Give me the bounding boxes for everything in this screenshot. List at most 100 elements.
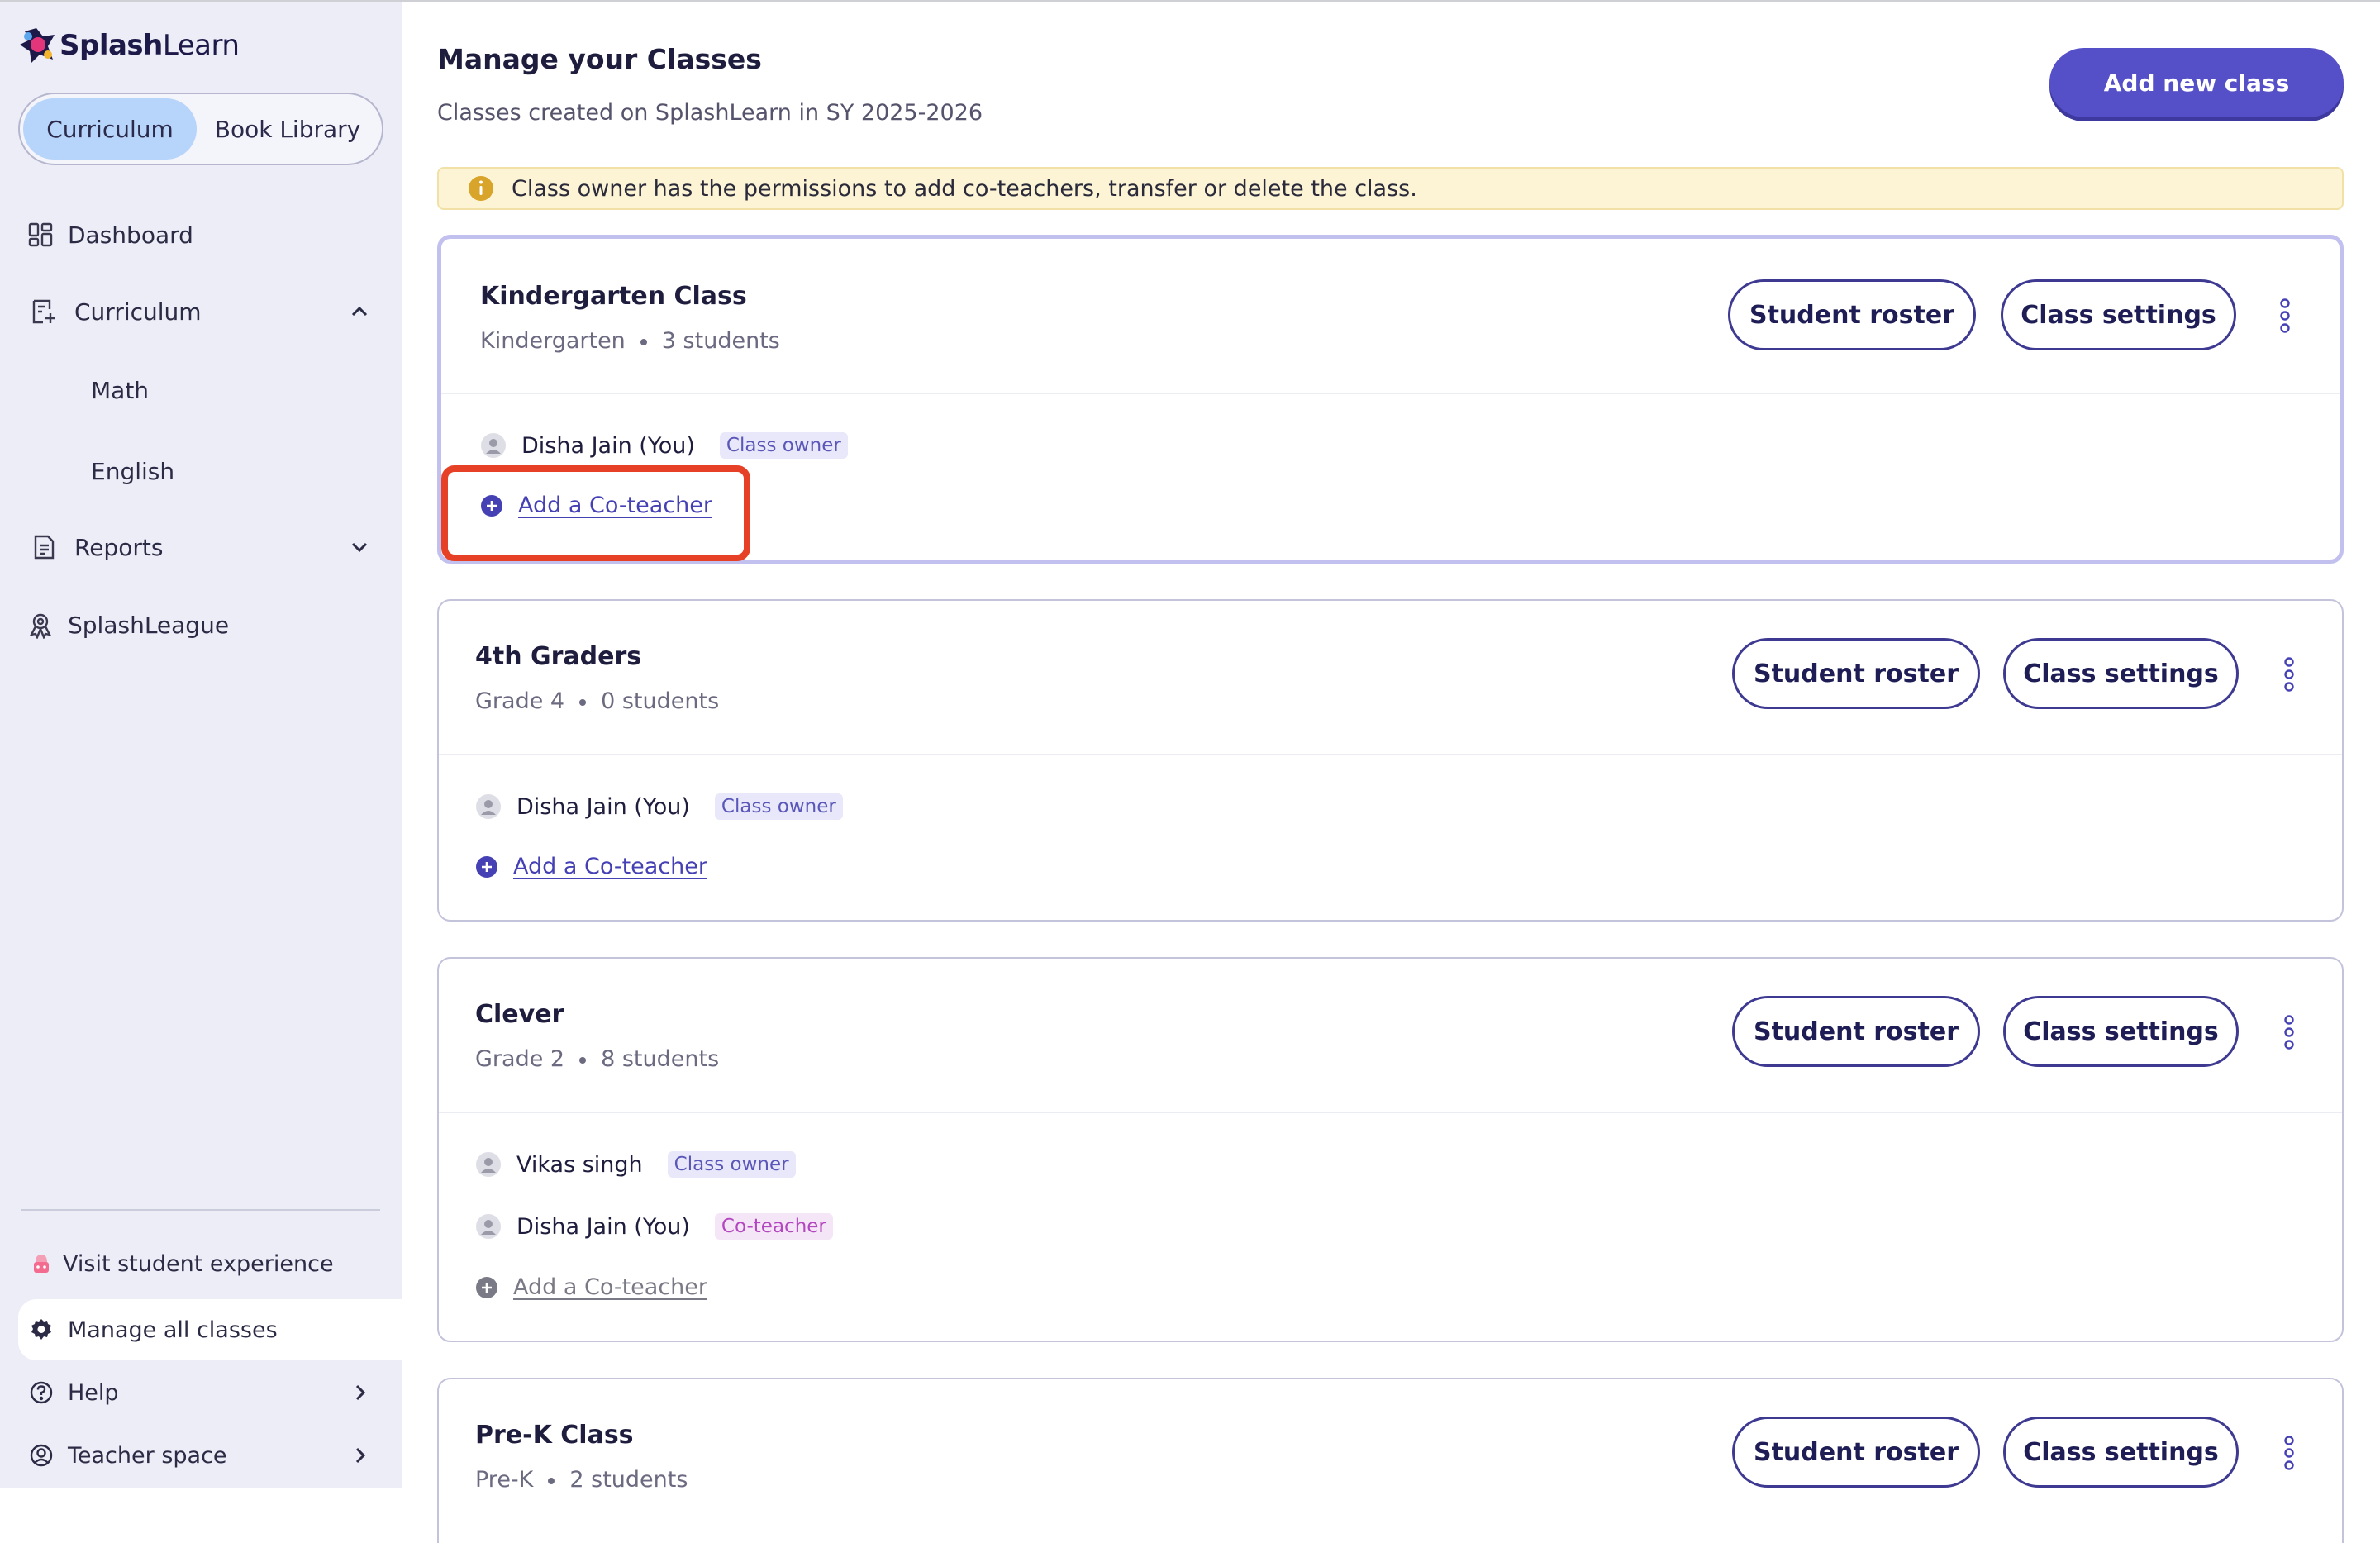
chevron-up-icon[interactable] — [347, 299, 372, 324]
class-grade: Kindergarten — [480, 328, 626, 354]
sidebar-item-dashboard[interactable]: Dashboard — [0, 210, 402, 260]
visit-student-experience[interactable]: Visit student experience — [18, 1233, 402, 1294]
class-card: Pre-K Class Pre-K 2 students Student rost… — [437, 1378, 2344, 1543]
class-meta: Kindergarten 3 students — [480, 328, 780, 354]
add-co-teacher-text: Add a Co-teacher — [513, 854, 708, 879]
class-student-count: 0 students — [601, 688, 720, 714]
class-student-count: 8 students — [601, 1046, 720, 1072]
student-roster-button[interactable]: Student roster — [1732, 1417, 1980, 1488]
class-name: Kindergarten Class — [480, 282, 747, 311]
class-grade: Grade 4 — [475, 688, 565, 714]
sidebar-item-curriculum[interactable]: Curriculum — [0, 287, 402, 336]
student-roster-button[interactable]: Student roster — [1732, 638, 1980, 709]
sidebar-item-label: Teacher space — [68, 1442, 227, 1469]
kebab-menu-icon[interactable] — [2283, 1014, 2295, 1050]
teacher-row: Vikas singh Class owner — [475, 1151, 796, 1178]
notice-text: Class owner has the permissions to add c… — [512, 175, 1417, 202]
help-menu[interactable]: Help — [18, 1362, 402, 1423]
teacher-row: Disha Jain (You) Class owner — [480, 432, 848, 459]
role-badge: Class owner — [667, 1151, 796, 1178]
sidebar-item-label: SplashLeague — [68, 611, 230, 639]
class-grade: Grade 2 — [475, 1046, 565, 1072]
role-badge: Co-teacher — [714, 1213, 833, 1240]
sidebar-item-label: Reports — [74, 533, 164, 561]
class-meta: Grade 2 8 students — [475, 1046, 719, 1072]
highlight-annotation — [441, 465, 750, 561]
help-icon — [30, 1381, 53, 1404]
owner-permissions-notice: Class owner has the permissions to add c… — [437, 167, 2344, 210]
class-settings-button[interactable]: Class settings — [2003, 638, 2239, 709]
manage-all-classes[interactable]: Manage all classes — [18, 1299, 402, 1360]
class-card: 4th Graders Grade 4 0 students Student ro… — [437, 599, 2344, 922]
sidebar-item-label: Manage all classes — [68, 1317, 278, 1343]
sidebar-item-label: Math — [91, 376, 150, 404]
plus-circle-icon — [476, 855, 497, 878]
book-library-tab[interactable]: Book Library — [197, 98, 378, 160]
curriculum-library-toggle: Curriculum Book Library — [18, 93, 383, 165]
class-settings-button[interactable]: Class settings — [2001, 279, 2236, 350]
student-roster-button[interactable]: Student roster — [1728, 279, 1976, 350]
chevron-right-icon — [355, 1384, 366, 1401]
logo-text: SplashLearn — [60, 29, 240, 62]
add-co-teacher-link[interactable]: Add a Co-teacher — [475, 854, 707, 879]
student-roster-button[interactable]: Student roster — [1732, 996, 1980, 1067]
sidebar-item-label: Dashboard — [68, 221, 193, 249]
user-avatar-icon — [476, 1214, 501, 1239]
class-name: 4th Graders — [475, 642, 642, 671]
class-student-count: 3 students — [661, 328, 780, 354]
sidebar-item-splashleague[interactable]: SplashLeague — [0, 600, 402, 650]
curriculum-tab[interactable]: Curriculum — [23, 98, 197, 160]
teacher-name: Vikas singh — [516, 1151, 643, 1178]
sidebar-item-label: Curriculum — [74, 298, 202, 326]
sidebar-item-label: English — [91, 457, 175, 485]
add-co-teacher-text: Add a Co-teacher — [513, 1274, 708, 1300]
splashleague-icon — [29, 613, 52, 639]
user-avatar-icon — [476, 1152, 501, 1177]
curriculum-icon — [32, 299, 55, 324]
teacher-name: Disha Jain (You) — [521, 432, 695, 459]
sidebar-item-english[interactable]: English — [0, 446, 402, 496]
sidebar-item-label: Visit student experience — [63, 1250, 334, 1277]
class-meta: Grade 4 0 students — [475, 688, 719, 714]
reports-icon — [34, 535, 55, 560]
splashlearn-logo[interactable]: SplashLearn — [18, 26, 240, 64]
role-badge: Class owner — [714, 793, 843, 820]
add-new-class-button[interactable]: Add new class — [2049, 48, 2344, 117]
class-name: Pre-K Class — [475, 1421, 634, 1450]
kebab-menu-icon[interactable] — [2283, 1435, 2295, 1471]
class-card: Clever Grade 28 students Student roster … — [437, 957, 2344, 1342]
sidebar-item-label: Help — [68, 1379, 119, 1406]
teacher-row: Disha Jain (You) Class owner — [475, 793, 843, 820]
teacher-name: Disha Jain (You) — [516, 793, 690, 820]
student-experience-icon — [34, 1255, 49, 1273]
class-student-count: 2 students — [569, 1467, 688, 1493]
page-subtitle: Classes created on SplashLearn in SY 202… — [437, 100, 983, 126]
teacher-row: Disha Jain (You) Co-teacher — [475, 1213, 833, 1240]
class-name: Clever — [475, 1000, 564, 1029]
dashboard-icon — [28, 222, 53, 247]
class-meta: Pre-K 2 students — [475, 1467, 688, 1493]
chevron-down-icon[interactable] — [347, 535, 372, 560]
info-icon — [469, 176, 493, 201]
class-settings-button[interactable]: Class settings — [2003, 1417, 2239, 1488]
class-grade: Pre-K — [475, 1467, 534, 1493]
user-avatar-icon — [481, 433, 506, 458]
sidebar-item-reports[interactable]: Reports — [0, 522, 402, 572]
kebab-menu-icon[interactable] — [2283, 656, 2295, 693]
role-badge: Class owner — [719, 432, 848, 459]
add-co-teacher-link[interactable]: Add a Co-teacher — [475, 1274, 707, 1300]
sidebar-divider — [21, 1209, 380, 1211]
user-avatar-icon — [476, 794, 501, 819]
splashlearn-logo-icon — [20, 28, 55, 63]
chevron-right-icon — [355, 1447, 366, 1464]
sidebar: SplashLearn Curriculum Book Library Dash… — [0, 2, 402, 1488]
class-settings-button[interactable]: Class settings — [2003, 996, 2239, 1067]
teacher-space-menu[interactable]: Teacher space — [18, 1425, 402, 1486]
gear-icon — [31, 1319, 51, 1340]
sidebar-item-math[interactable]: Math — [0, 365, 402, 415]
teacher-space-icon — [30, 1444, 53, 1467]
teacher-name: Disha Jain (You) — [516, 1213, 690, 1240]
page-title: Manage your Classes — [437, 43, 762, 75]
kebab-menu-icon[interactable] — [2279, 298, 2291, 334]
plus-circle-icon — [476, 1276, 497, 1298]
